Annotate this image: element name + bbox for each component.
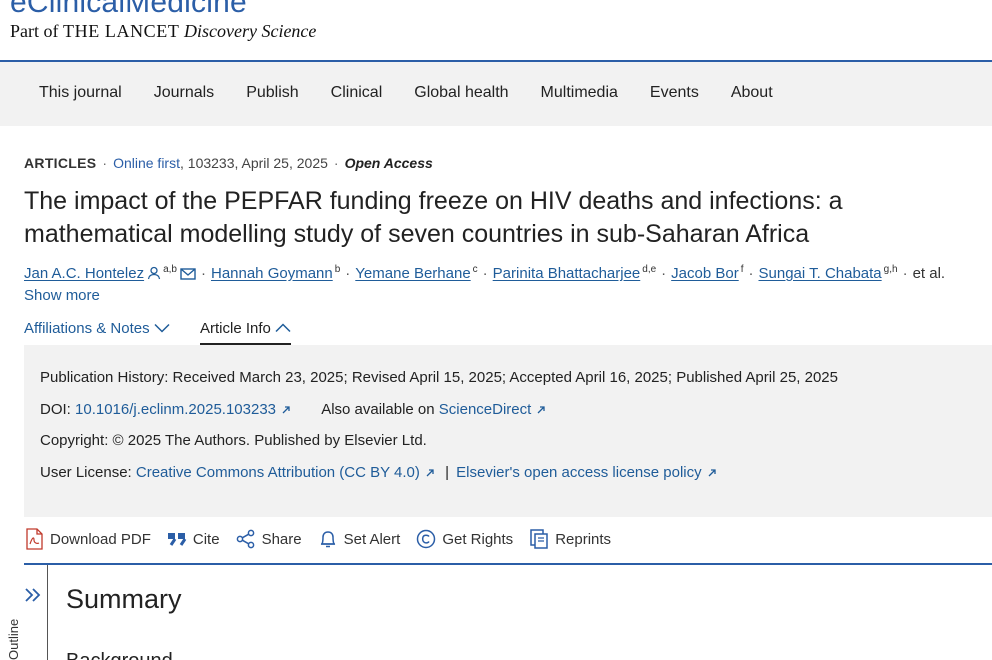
set-alert-label: Set Alert: [343, 530, 401, 548]
affiliation-discovery: Discovery Science: [183, 21, 317, 41]
tab-affiliations-label: Affiliations & Notes: [24, 320, 150, 337]
author-sup: a,b: [163, 264, 177, 275]
nav-global-health[interactable]: Global health: [414, 84, 508, 102]
author-sup: f: [740, 264, 744, 275]
reprints-icon: [530, 529, 548, 549]
author-sep: ·: [345, 265, 351, 282]
journal-name[interactable]: eClinicalMedicine: [10, 0, 316, 20]
chevron-up-icon: [275, 320, 291, 337]
publication-history: Publication History: Received March 23, …: [40, 369, 838, 386]
chevron-down-icon: [154, 320, 170, 337]
author-sep: ·: [200, 265, 206, 282]
open-access-badge: Open Access: [344, 155, 433, 171]
set-alert-button[interactable]: Set Alert: [318, 528, 401, 550]
author-link[interactable]: Yemane Berhane: [355, 265, 470, 282]
tab-affiliations[interactable]: Affiliations & Notes: [24, 320, 170, 346]
share-button[interactable]: Share: [236, 528, 302, 550]
author-link[interactable]: Parinita Bhattacharjee: [493, 265, 641, 282]
nav-about[interactable]: About: [731, 84, 773, 102]
nav-this-journal[interactable]: This journal: [39, 84, 122, 102]
main-nav: This journal Journals Publish Clinical G…: [0, 60, 992, 126]
quote-icon: [167, 533, 187, 546]
download-pdf-label: Download PDF: [50, 530, 151, 548]
author-link[interactable]: Jacob Bor: [671, 265, 739, 282]
article-type: ARTICLES: [24, 155, 97, 171]
double-chevron-right-icon[interactable]: [24, 587, 42, 608]
cite-button[interactable]: Cite: [167, 528, 220, 550]
license-separator: |: [445, 464, 449, 481]
share-icon: [236, 529, 254, 549]
nav-publish[interactable]: Publish: [246, 84, 298, 102]
cc-license-link[interactable]: Creative Commons Attribution (CC BY 4.0): [136, 464, 420, 481]
tab-article-info[interactable]: Article Info: [200, 320, 291, 346]
author-sup: c: [472, 264, 478, 275]
author-link[interactable]: Sungai T. Chabata: [759, 265, 882, 282]
author-sep: ·: [661, 265, 667, 282]
nav-multimedia[interactable]: Multimedia: [541, 84, 618, 102]
authors-more: et al.: [912, 265, 946, 282]
article-details: , 103233, April 25, 2025: [180, 155, 328, 171]
author-sup: g,h: [883, 264, 898, 275]
author-sup: b: [334, 264, 341, 275]
tab-article-info-label: Article Info: [200, 320, 271, 337]
article-tabs: Affiliations & Notes Article Info: [24, 320, 992, 346]
external-link-icon: [425, 465, 435, 482]
copyright-icon: [417, 529, 436, 549]
doi-label: DOI:: [40, 401, 71, 418]
person-icon[interactable]: [147, 266, 161, 286]
email-icon[interactable]: [180, 266, 196, 286]
external-link-icon: [536, 402, 546, 419]
show-more-link[interactable]: Show more: [24, 287, 100, 304]
article-meta: ARTICLES · Online first, 103233, April 25,…: [24, 155, 433, 171]
background-heading: Background: [66, 650, 173, 660]
license-label: User License:: [40, 464, 132, 481]
nav-clinical[interactable]: Clinical: [331, 84, 383, 102]
doi-link[interactable]: 10.1016/j.eclinm.2025.103233: [75, 401, 276, 418]
affiliation-lancet: THE LANCET: [63, 21, 180, 41]
journal-brand[interactable]: eClinicalMedicine Part of THE LANCET Dis…: [10, 0, 316, 42]
outline-rail[interactable]: [24, 565, 48, 660]
journal-affiliation: Part of THE LANCET Discovery Science: [10, 20, 316, 42]
cite-label: Cite: [192, 530, 220, 548]
author-sep: ·: [748, 265, 754, 282]
author-list: Jan A.C. Hontelez a,b · Hannah Goymann b · Yem…: [24, 260, 984, 286]
meta-dot: ·: [102, 155, 108, 171]
nav-events[interactable]: Events: [650, 84, 699, 102]
also-available-label: Also available on: [321, 401, 435, 418]
nav-journals[interactable]: Journals: [154, 84, 214, 102]
author-sup: d,e: [642, 264, 657, 275]
bell-icon: [320, 531, 335, 548]
reprints-label: Reprints: [555, 530, 612, 548]
download-pdf-button[interactable]: Download PDF: [24, 528, 151, 550]
external-link-icon: [707, 465, 717, 482]
copyright: Copyright: © 2025 The Authors. Published…: [40, 432, 427, 449]
pdf-icon: [26, 528, 43, 550]
get-rights-button[interactable]: Get Rights: [416, 528, 513, 550]
meta-dot: ·: [333, 155, 339, 171]
outline-label[interactable]: Outline: [6, 619, 21, 660]
license-row: User License: Creative Commons Attributi…: [40, 464, 717, 482]
author-link[interactable]: Hannah Goymann: [211, 265, 333, 282]
affiliation-prefix: Part of: [10, 21, 59, 41]
section-divider: [24, 563, 992, 565]
get-rights-label: Get Rights: [442, 530, 514, 548]
article-actions: Download PDF Cite Share Set Alert Get Ri…: [24, 528, 627, 550]
sciencedirect-link[interactable]: ScienceDirect: [439, 401, 532, 418]
author-sep: ·: [482, 265, 488, 282]
external-link-icon: [281, 402, 291, 419]
summary-heading: Summary: [66, 584, 182, 614]
article-title: The impact of the PEPFAR funding freeze …: [24, 187, 843, 248]
author-link[interactable]: Jan A.C. Hontelez: [24, 265, 144, 282]
online-first-link[interactable]: Online first: [113, 155, 180, 171]
doi-row: DOI: 10.1016/j.eclinm.2025.103233 Also a…: [40, 401, 546, 419]
oa-policy-link[interactable]: Elsevier's open access license policy: [456, 464, 701, 481]
reprints-button[interactable]: Reprints: [529, 528, 611, 550]
article-info-panel: Publication History: Received March 23, …: [24, 345, 992, 517]
share-label: Share: [261, 530, 302, 548]
author-sep: ·: [902, 265, 908, 282]
